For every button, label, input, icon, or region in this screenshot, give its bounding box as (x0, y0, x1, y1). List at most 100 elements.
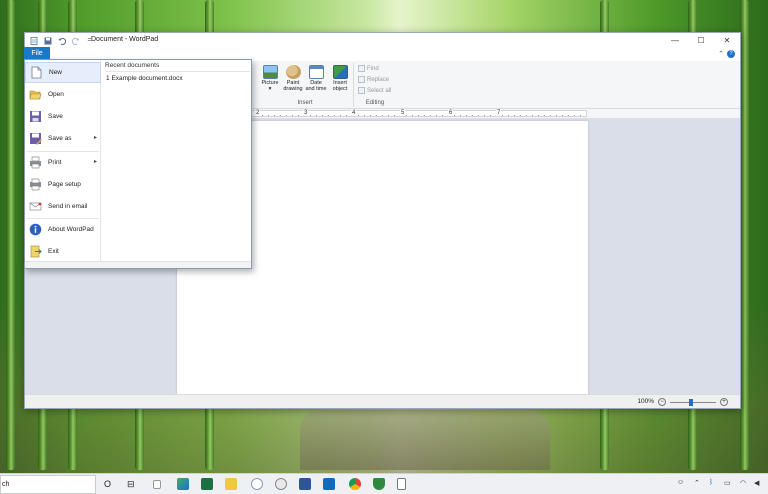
new-document-icon (31, 66, 42, 79)
submenu-arrow-icon: ▸ (93, 159, 97, 165)
word-icon[interactable] (299, 478, 311, 490)
menu-item-open[interactable]: Open (25, 84, 101, 105)
minimize-button[interactable]: — (662, 33, 688, 48)
show-hidden-icons-icon[interactable]: ⌃ (694, 479, 700, 487)
insert-object-label: Insert object (332, 80, 348, 92)
paint-palette-icon (285, 65, 301, 79)
ruler-number: 2 (255, 110, 261, 116)
menu-item-label: About WordPad (48, 226, 94, 233)
picture-dropdown-arrow: ▾ (268, 86, 272, 92)
menu-item-about[interactable]: About WordPad (25, 219, 101, 240)
menu-item-new[interactable]: New (25, 62, 101, 83)
floppy-disk-icon (30, 111, 41, 122)
help-icon[interactable]: ? (727, 50, 735, 58)
date-and-time-label: Date and time (305, 80, 327, 92)
menu-item-save[interactable]: Save (25, 106, 101, 127)
editing-group: Find Replace Select all Editing (355, 63, 395, 107)
ruler-number: 7 (496, 110, 502, 116)
info-icon (29, 223, 42, 236)
file-explorer-icon[interactable] (225, 478, 237, 490)
zoom-out-button[interactable]: − (658, 398, 666, 406)
insert-group-label: Insert (297, 100, 313, 106)
title-bar: = Document - WordPad — ☐ ✕ (25, 33, 740, 48)
submenu-arrow-icon: ▸ (93, 135, 97, 141)
zoom-slider-thumb[interactable] (688, 399, 693, 406)
wifi-icon[interactable]: ◠ (740, 479, 746, 487)
excel-icon[interactable] (201, 478, 213, 490)
battery-icon[interactable]: ▭ (724, 479, 731, 487)
save-as-icon (30, 133, 42, 145)
insert-object-icon (332, 65, 348, 79)
photos-icon[interactable] (177, 478, 189, 490)
ruler-number: 3 (303, 110, 309, 116)
printer-icon (30, 156, 41, 169)
file-menu: New Open Save Save as ▸ Print ▸ Page set… (24, 59, 252, 269)
menu-item-save-as[interactable]: Save as ▸ (25, 128, 101, 149)
recent-documents-panel: Recent documents 1 Example document.docx (102, 60, 252, 262)
picture-icon (262, 65, 278, 79)
file-tab[interactable]: File (24, 47, 50, 59)
email-icon (29, 202, 42, 211)
security-shield-icon[interactable] (373, 478, 385, 490)
ruler-number: 4 (351, 110, 357, 116)
zoom-slider[interactable] (670, 399, 716, 406)
quick-access-toolbar: = (29, 36, 94, 45)
ruler-number: 6 (448, 110, 454, 116)
menu-item-label: Save as (48, 135, 72, 142)
search-box[interactable]: ch (0, 475, 96, 494)
recent-document-item[interactable]: 1 Example document.docx (106, 75, 183, 82)
picture-button[interactable]: Picture ▾ (259, 65, 281, 92)
snipping-tool-icon[interactable] (251, 478, 263, 490)
save-icon[interactable] (43, 36, 52, 45)
paint-drawing-button[interactable]: Paint drawing (282, 65, 304, 92)
task-view-icon[interactable]: ⊟ (127, 478, 135, 490)
document-app-icon[interactable] (397, 478, 406, 490)
replace-button[interactable]: Replace (358, 76, 389, 83)
calendar-clock-icon (308, 65, 324, 79)
cortana-icon[interactable]: O (104, 478, 111, 490)
outlook-icon[interactable] (323, 478, 335, 490)
menu-item-print[interactable]: Print ▸ (25, 152, 101, 173)
replace-icon (358, 76, 365, 83)
paint-drawing-label: Paint drawing (283, 80, 303, 92)
recent-document-index: 1 (106, 75, 110, 82)
wordpad-app-icon[interactable] (29, 36, 38, 45)
select-all-label: Select all (367, 87, 392, 94)
menu-item-send-in-email[interactable]: Send in email (25, 196, 101, 217)
bamboo-stalk (740, 0, 749, 470)
status-bar: 100% − + (25, 394, 740, 408)
undo-icon[interactable] (57, 36, 66, 45)
maximize-button[interactable]: ☐ (688, 33, 714, 48)
camera-icon[interactable] (275, 478, 287, 490)
menu-item-label: Send in email (48, 203, 88, 210)
editing-group-label: Editing (365, 100, 385, 106)
chrome-icon[interactable] (349, 478, 361, 490)
find-label: Find (367, 65, 379, 72)
menu-item-exit[interactable]: Exit (25, 241, 101, 262)
binoculars-icon (358, 65, 365, 72)
menu-item-page-setup[interactable]: Page setup (25, 174, 101, 195)
menu-item-label: Exit (48, 248, 59, 255)
open-folder-icon (29, 90, 42, 100)
date-and-time-button[interactable]: Date and time (305, 65, 327, 92)
volume-icon[interactable]: ◀ (754, 479, 759, 487)
people-icon[interactable]: ☺ (677, 479, 684, 486)
zoom-in-button[interactable]: + (720, 398, 728, 406)
close-button[interactable]: ✕ (714, 33, 740, 48)
window-title: Document - WordPad (91, 36, 159, 43)
redo-icon[interactable] (71, 36, 80, 45)
ruler-number: 5 (400, 110, 406, 116)
bluetooth-icon[interactable]: ᛒ (709, 479, 713, 486)
insert-object-button[interactable]: Insert object (329, 65, 351, 92)
find-button[interactable]: Find (358, 65, 379, 72)
replace-label: Replace (367, 76, 390, 83)
notepad-icon[interactable] (153, 480, 161, 489)
file-menu-footer (25, 261, 251, 268)
collapse-ribbon-icon[interactable]: ⌃ (718, 50, 724, 58)
stone-path (300, 410, 550, 470)
menu-item-label: New (49, 69, 63, 76)
select-all-icon (358, 87, 365, 94)
menu-item-label: Page setup (48, 181, 81, 188)
select-all-button[interactable]: Select all (358, 87, 391, 94)
insert-group: Picture ▾ Paint drawing Date and time In… (257, 63, 354, 107)
